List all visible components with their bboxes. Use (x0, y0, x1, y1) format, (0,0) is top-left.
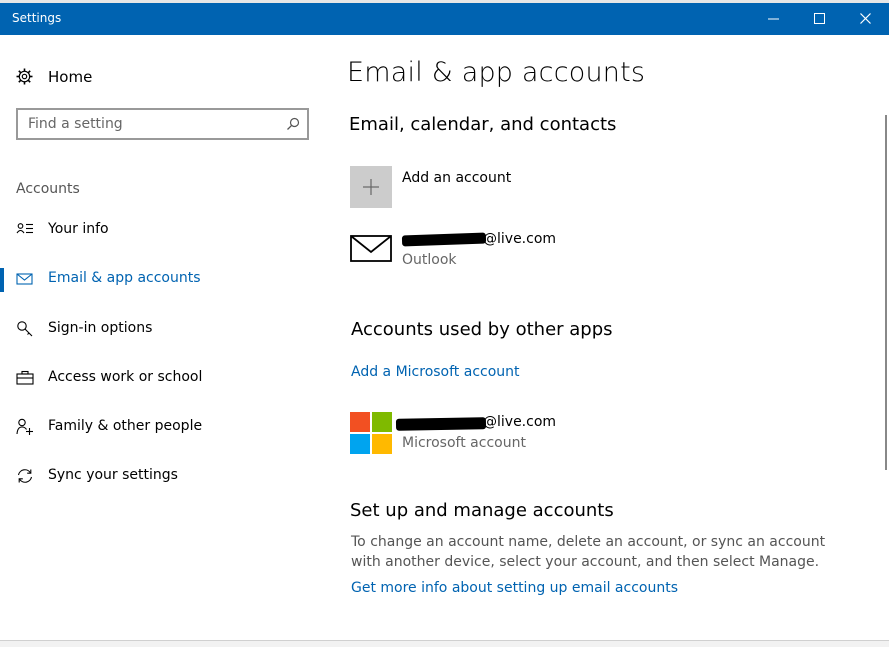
account-email-suffix: @live.com (483, 231, 557, 247)
active-indicator (0, 268, 4, 292)
mail-icon (350, 235, 392, 262)
section-heading-email: Email, calendar, and contacts (349, 114, 617, 135)
redaction-mark (401, 232, 487, 247)
gear-icon (16, 68, 33, 85)
mail-icon (16, 273, 33, 285)
title-bar: Settings (0, 0, 889, 35)
sidebar: Home Find a setting Accounts Your info E… (0, 35, 330, 646)
window-title: Settings (12, 11, 62, 25)
account-item-microsoft[interactable]: @live.com Microsoft account (350, 412, 830, 456)
microsoft-logo-icon (350, 412, 392, 454)
manage-description: To change an account name, delete an acc… (351, 534, 826, 570)
sidebar-item-email-app-accounts[interactable]: Email & app accounts (0, 260, 330, 300)
home-link[interactable]: Home (16, 67, 216, 87)
main-content: Email & app accounts Email, calendar, an… (330, 35, 889, 646)
sidebar-item-label: Your info (48, 221, 109, 237)
close-button[interactable] (843, 3, 889, 35)
maximize-icon (814, 13, 825, 24)
sidebar-item-label: Access work or school (48, 369, 203, 385)
minimize-icon (768, 18, 779, 20)
maximize-button[interactable] (797, 3, 843, 35)
sidebar-item-your-info[interactable]: Your info (0, 211, 330, 251)
search-input[interactable]: Find a setting (16, 108, 309, 140)
home-label: Home (48, 68, 93, 86)
search-placeholder: Find a setting (28, 116, 123, 132)
section-heading-other-apps: Accounts used by other apps (351, 319, 613, 340)
redaction-mark (395, 417, 487, 431)
account-email-suffix: @live.com (483, 414, 557, 430)
close-icon (860, 13, 871, 24)
sidebar-item-sign-in-options[interactable]: Sign-in options (0, 310, 330, 350)
sync-icon (17, 469, 33, 483)
account-type: Microsoft account (402, 435, 526, 451)
page-title: Email & app accounts (347, 57, 646, 88)
sidebar-item-access-work-school[interactable]: Access work or school (0, 359, 330, 399)
scrollbar-thumb[interactable] (885, 115, 887, 470)
section-heading-accounts: Accounts (16, 181, 80, 197)
add-account-button[interactable]: Add an account (350, 166, 830, 210)
account-item-outlook[interactable]: @live.com Outlook (350, 229, 830, 273)
briefcase-icon (16, 370, 34, 385)
sidebar-item-label: Email & app accounts (48, 270, 201, 286)
more-info-link[interactable]: Get more info about setting up email acc… (351, 580, 678, 596)
section-heading-manage: Set up and manage accounts (350, 500, 614, 521)
sidebar-item-family-other-people[interactable]: Family & other people (0, 408, 330, 448)
search-icon (287, 117, 300, 130)
add-microsoft-account-link[interactable]: Add a Microsoft account (351, 364, 520, 380)
add-tile (350, 166, 392, 208)
add-person-icon (16, 418, 33, 435)
sidebar-item-label: Family & other people (48, 418, 203, 434)
person-list-icon (16, 223, 33, 234)
sidebar-item-sync-settings[interactable]: Sync your settings (0, 457, 330, 497)
account-provider: Outlook (402, 252, 457, 268)
minimize-button[interactable] (751, 3, 797, 35)
sidebar-item-label: Sign-in options (48, 320, 153, 336)
key-icon (17, 321, 33, 337)
plus-icon (363, 179, 379, 195)
sidebar-item-label: Sync your settings (48, 467, 178, 483)
add-account-label: Add an account (402, 170, 512, 186)
